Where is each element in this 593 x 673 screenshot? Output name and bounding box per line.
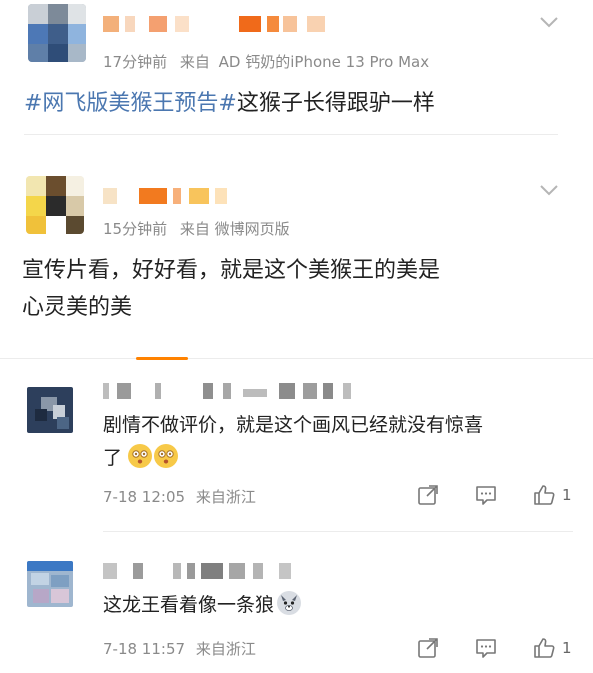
wolf-face-emoji-icon — [277, 591, 302, 615]
username-blurred[interactable] — [103, 186, 243, 206]
like-icon[interactable] — [532, 636, 556, 660]
like-icon[interactable] — [532, 483, 556, 507]
avatar[interactable] — [26, 176, 84, 234]
avatar[interactable] — [27, 561, 73, 607]
comment-text: 这龙王看着像一条狼 — [103, 589, 573, 622]
comment-text-line-2: 了 — [103, 442, 573, 475]
share-icon[interactable] — [416, 636, 440, 660]
post-source[interactable]: AD 钙奶的iPhone 13 Pro Max — [219, 53, 429, 71]
chevron-down-icon[interactable] — [539, 15, 559, 29]
comment-location: 来自浙江 — [195, 640, 256, 658]
comment-icon[interactable] — [474, 636, 498, 660]
comment-time: 7-18 11:57 — [103, 640, 186, 658]
post-text: 宣传片看，好好看，就是这个美猴王的美是 心灵美的美 — [22, 252, 582, 326]
username-blurred[interactable] — [103, 561, 303, 581]
post-text-line-2: 心灵美的美 — [22, 295, 133, 320]
post-meta: 15分钟前 来自 微博网页版 — [103, 218, 290, 239]
comment-text: 剧情不做评价，就是这个画风已经就没有惊喜 了 — [103, 409, 573, 475]
post-time: 15分钟前 — [103, 220, 168, 238]
post-source-prefix: 来自 — [179, 53, 210, 71]
comment-actions: 1 — [382, 636, 572, 660]
post-source[interactable]: 微博网页版 — [215, 220, 290, 238]
avatar[interactable] — [27, 387, 73, 433]
like-count: 1 — [562, 486, 572, 504]
divider — [103, 531, 573, 532]
comment-text-tail: 了 — [103, 447, 123, 469]
username-blurred[interactable] — [103, 381, 363, 401]
comment-meta: 7-18 12:05 来自浙江 — [103, 486, 256, 507]
dizzy-face-emoji-icon — [128, 444, 153, 468]
comment-icon[interactable] — [474, 483, 498, 507]
dizzy-face-emoji-icon — [154, 444, 179, 468]
comment-actions: 1 — [382, 483, 572, 507]
divider — [24, 134, 558, 135]
post-time: 17分钟前 — [103, 53, 168, 71]
username-blurred[interactable] — [103, 14, 333, 34]
comment-text-line-1: 这龙王看着像一条狼 — [103, 594, 275, 616]
post-source-prefix: 来自 — [179, 220, 210, 238]
share-icon[interactable] — [416, 483, 440, 507]
comment-location: 来自浙江 — [195, 488, 256, 506]
post-meta: 17分钟前 来自 AD 钙奶的iPhone 13 Pro Max — [103, 51, 429, 72]
post-text-line-1: 宣传片看，好好看，就是这个美猴王的美是 — [22, 258, 441, 283]
section-divider — [0, 358, 593, 359]
tab-indicator — [136, 357, 188, 360]
hashtag-link[interactable]: #网飞版美猴王预告# — [24, 91, 237, 116]
post-text: #网飞版美猴王预告#这猴子长得跟驴一样 — [24, 85, 435, 122]
comment-time: 7-18 12:05 — [103, 488, 186, 506]
post-text-content: 这猴子长得跟驴一样 — [236, 91, 435, 116]
avatar[interactable] — [28, 4, 86, 62]
like-count: 1 — [562, 639, 572, 657]
comment-text-line-1: 剧情不做评价，就是这个画风已经就没有惊喜 — [103, 414, 484, 436]
comment-meta: 7-18 11:57 来自浙江 — [103, 638, 256, 659]
chevron-down-icon[interactable] — [539, 183, 559, 197]
